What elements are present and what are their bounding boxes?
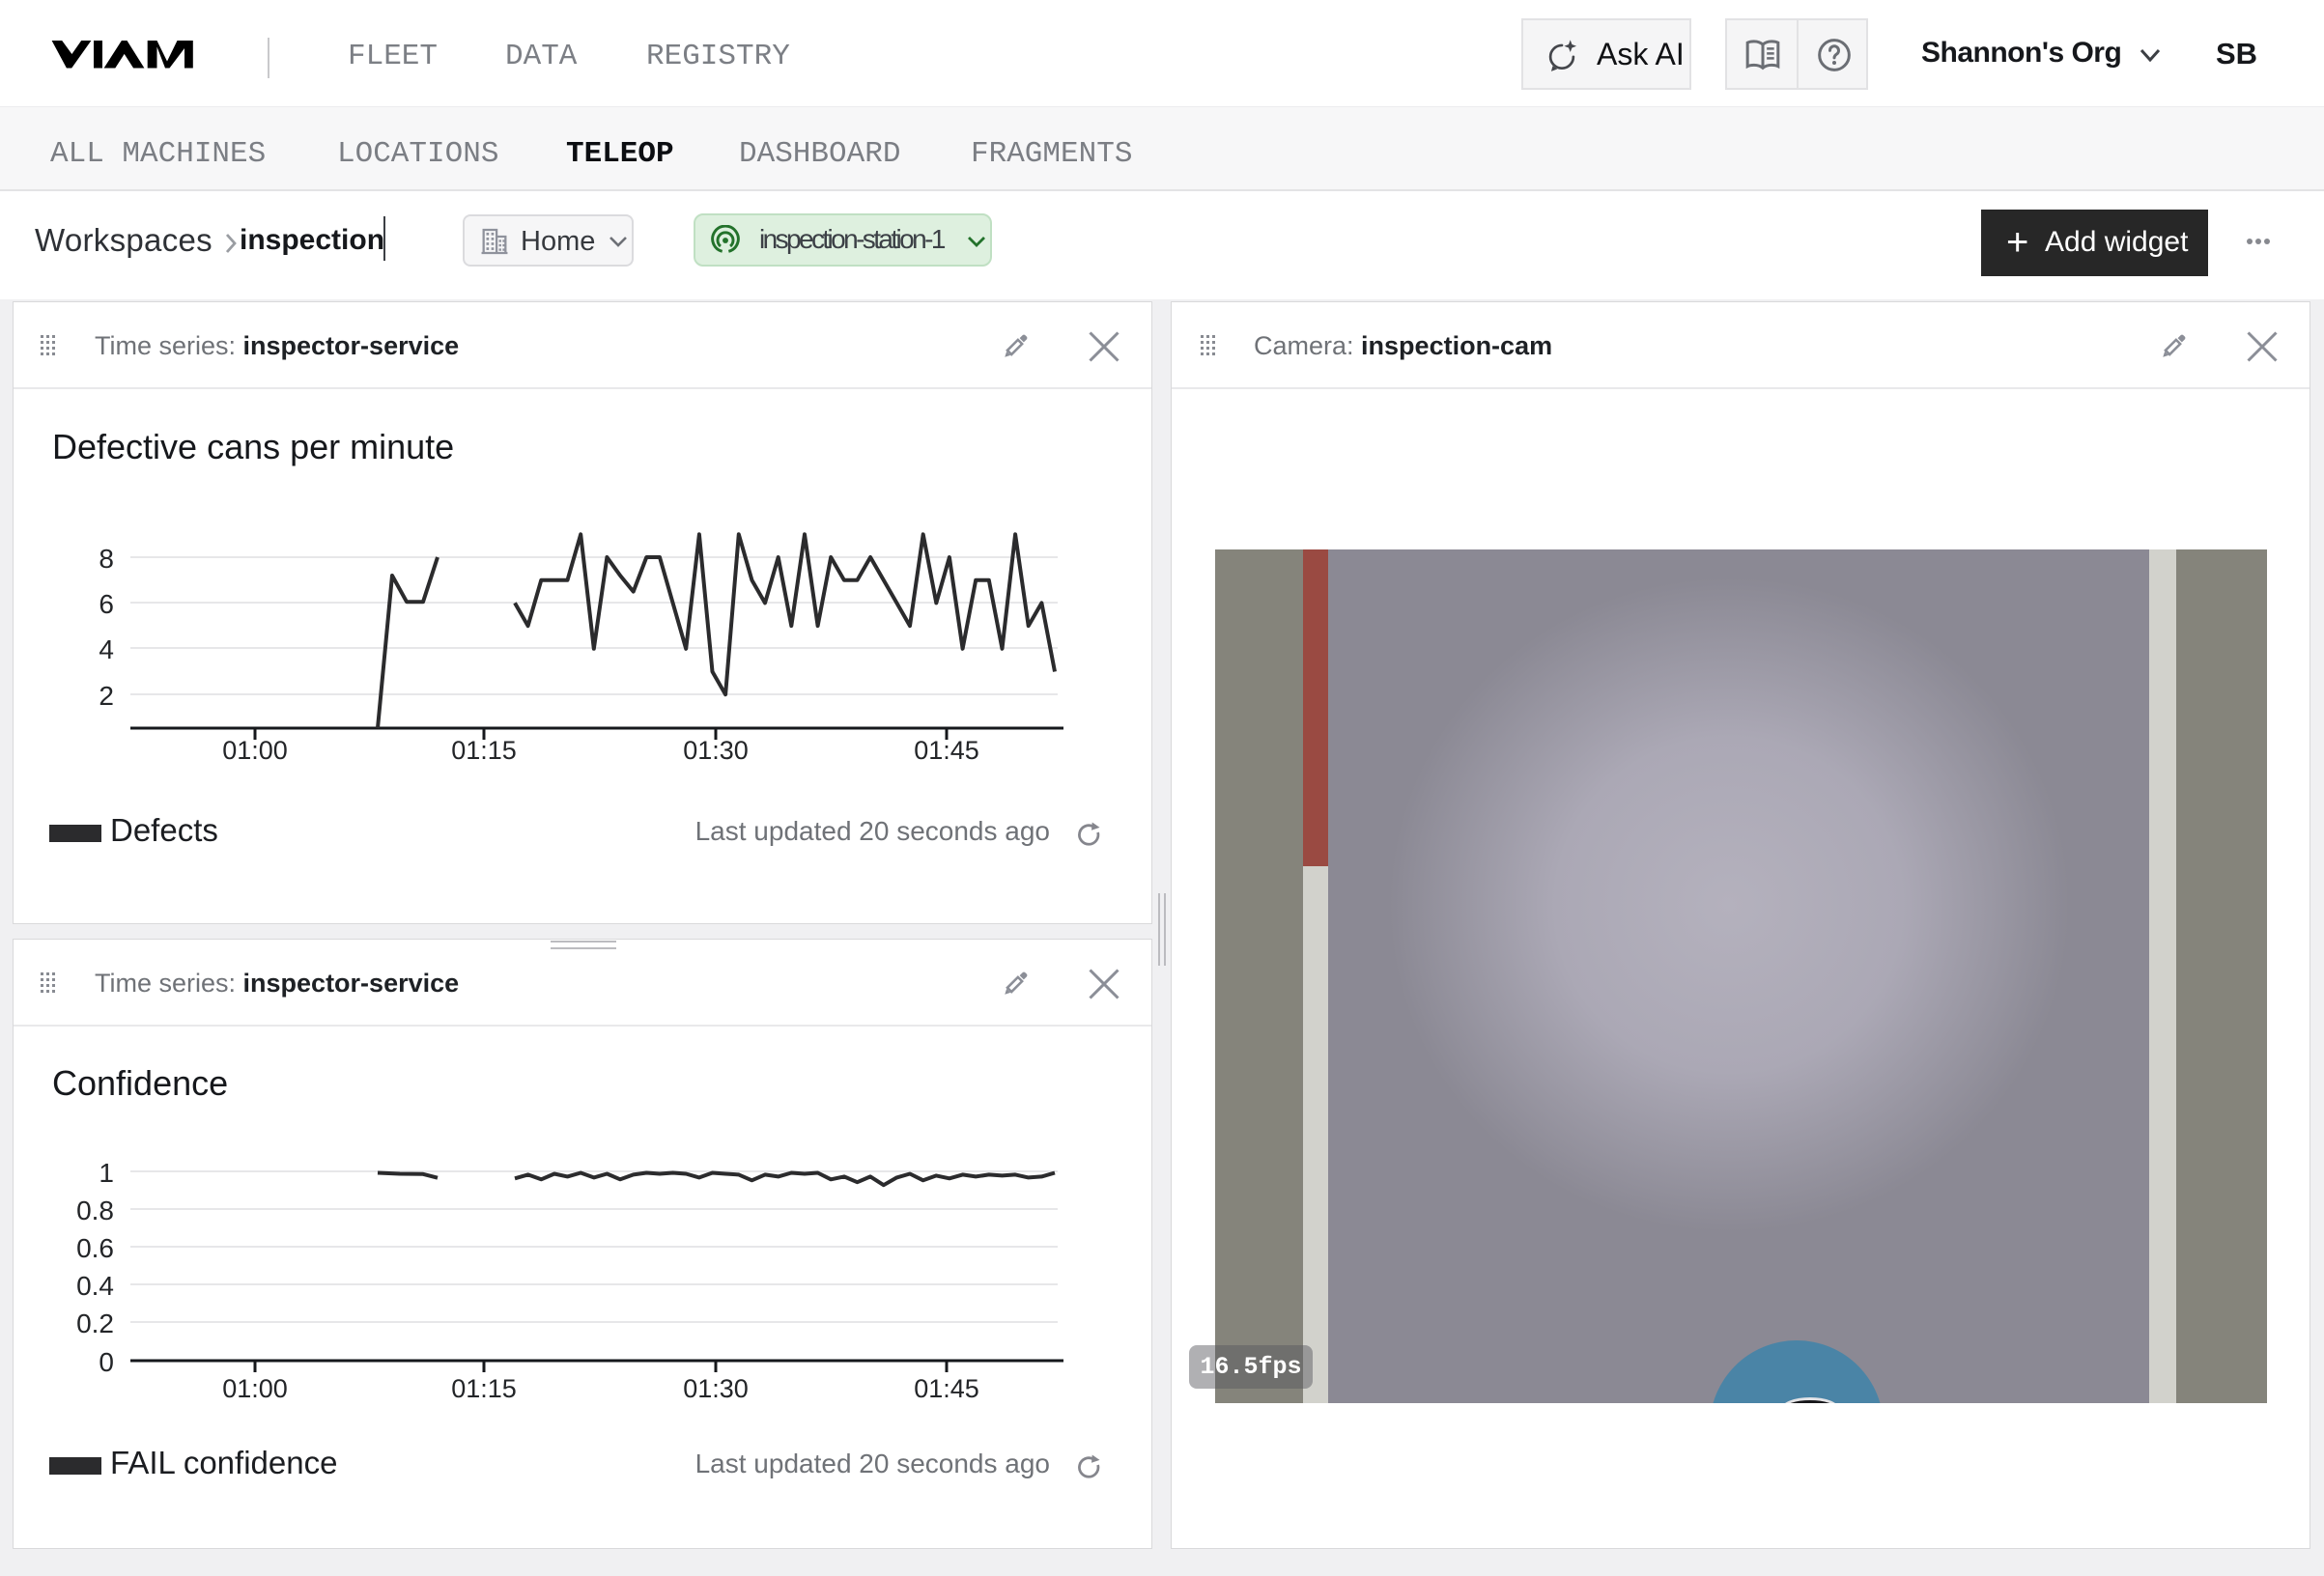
- svg-text:0.8: 0.8: [76, 1196, 114, 1225]
- svg-text:0.6: 0.6: [76, 1233, 114, 1263]
- svg-text:2: 2: [99, 681, 114, 711]
- svg-text:8: 8: [99, 544, 114, 574]
- svg-text:01:00: 01:00: [222, 736, 288, 765]
- svg-text:01:00: 01:00: [222, 1374, 288, 1403]
- svg-text:4: 4: [99, 634, 114, 664]
- svg-text:6: 6: [99, 589, 114, 619]
- svg-text:01:15: 01:15: [451, 1374, 517, 1403]
- svg-text:0: 0: [99, 1347, 114, 1377]
- svg-text:01:45: 01:45: [914, 736, 979, 765]
- svg-text:01:15: 01:15: [451, 736, 517, 765]
- svg-text:0.2: 0.2: [76, 1309, 114, 1338]
- svg-text:0.4: 0.4: [76, 1271, 114, 1301]
- svg-text:01:45: 01:45: [914, 1374, 979, 1403]
- svg-text:01:30: 01:30: [683, 736, 749, 765]
- svg-text:1: 1: [99, 1158, 114, 1188]
- svg-text:01:30: 01:30: [683, 1374, 749, 1403]
